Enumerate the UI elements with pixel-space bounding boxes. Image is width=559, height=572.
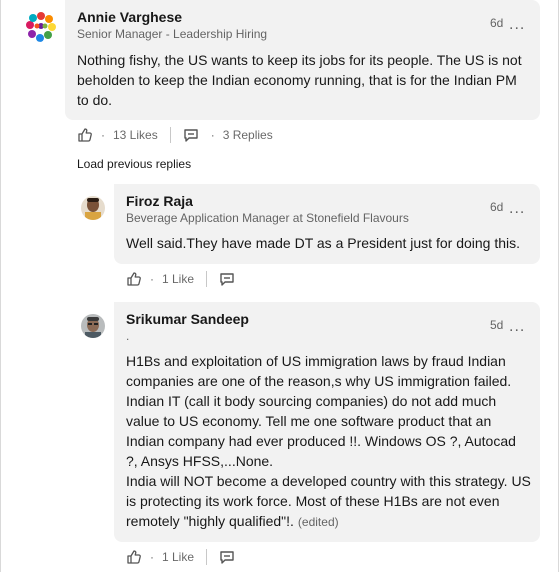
reply-button[interactable] <box>183 127 199 143</box>
like-icon <box>127 272 141 286</box>
more-icon[interactable]: ... <box>509 201 525 217</box>
avatar-annie[interactable] <box>25 10 57 42</box>
edited-label: (edited) <box>297 515 339 529</box>
separator-dot: · <box>150 272 154 286</box>
divider <box>169 127 171 143</box>
reply-icon <box>184 129 198 142</box>
avatar-srikumar[interactable] <box>81 314 105 338</box>
separator-dot: · <box>101 128 105 142</box>
avatar-image <box>25 10 57 42</box>
reply-icon <box>220 273 234 286</box>
divider <box>206 271 208 287</box>
avatar-image <box>81 196 105 220</box>
reply-bubble: Firoz Raja Beverage Application Manager … <box>114 184 540 264</box>
likes-count[interactable]: 1 Like <box>162 550 194 564</box>
like-button[interactable] <box>77 127 93 143</box>
reply-button[interactable] <box>219 549 235 565</box>
comments-panel: Annie Varghese Senior Manager - Leadersh… <box>0 0 559 572</box>
more-icon[interactable]: ... <box>509 17 525 33</box>
more-icon[interactable]: ... <box>509 319 525 335</box>
reply-timestamp: 5d <box>490 318 504 332</box>
reply-author-name[interactable]: Firoz Raja <box>126 193 193 209</box>
comment-timestamp: 6d <box>490 16 504 30</box>
reply-timestamp: 6d <box>490 200 504 214</box>
reply-body: H1Bs and exploitation of US immigration … <box>126 351 531 532</box>
avatar-firoz[interactable] <box>81 196 105 220</box>
reply-actions: · 1 Like <box>126 269 235 289</box>
likes-count[interactable]: 13 Likes <box>113 128 158 142</box>
comment-body: Nothing fishy, the US wants to keep its … <box>77 52 522 108</box>
reply-button[interactable] <box>219 271 235 287</box>
reply-author-name[interactable]: Srikumar Sandeep <box>126 311 249 327</box>
like-icon <box>78 128 92 142</box>
reply-body-paragraph: H1Bs and exploitation of US immigration … <box>126 353 516 469</box>
like-button[interactable] <box>126 549 142 565</box>
comment-author-headline: Senior Manager - Leadership Hiring <box>77 27 268 41</box>
reply-actions: · 1 Like <box>126 547 235 567</box>
comment-actions: · 13 Likes · 3 Replies <box>77 125 273 145</box>
like-button[interactable] <box>126 271 142 287</box>
reply-author-headline: Beverage Application Manager at Stonefie… <box>126 211 409 225</box>
likes-count[interactable]: 1 Like <box>162 272 194 286</box>
reply-author-headline: . <box>126 329 130 343</box>
reply-bubble: Srikumar Sandeep . 5d ... H1Bs and explo… <box>114 302 540 542</box>
like-icon <box>127 550 141 564</box>
comment-bubble: Annie Varghese Senior Manager - Leadersh… <box>65 0 540 120</box>
replies-count[interactable]: 3 Replies <box>223 128 273 142</box>
comment-author-name[interactable]: Annie Varghese <box>77 9 182 25</box>
reply-body: Well said.They have made DT as a Preside… <box>126 235 521 251</box>
reply-icon <box>220 551 234 564</box>
avatar-image <box>81 314 105 338</box>
separator-dot: · <box>150 550 154 564</box>
separator-dot: · <box>210 128 215 142</box>
divider <box>206 549 208 565</box>
load-previous-replies-link[interactable]: Load previous replies <box>77 157 191 171</box>
reply-body-paragraph: India will NOT become a developed countr… <box>126 471 531 532</box>
